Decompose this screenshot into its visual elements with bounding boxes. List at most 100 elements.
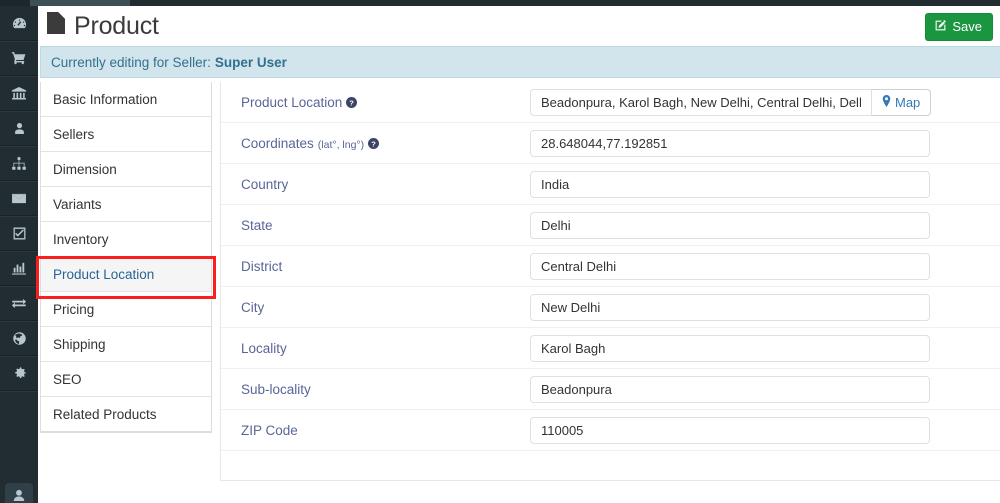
check-square-icon bbox=[11, 225, 28, 242]
nav-item-label: Shipping bbox=[53, 336, 106, 352]
nav-item-product-location[interactable]: Product Location bbox=[41, 257, 211, 292]
field-label-text: City bbox=[241, 299, 265, 315]
field-control bbox=[530, 129, 930, 157]
exchange-icon bbox=[10, 295, 28, 312]
field-control bbox=[530, 375, 930, 403]
input-sub-locality[interactable] bbox=[530, 375, 930, 403]
field-control bbox=[530, 293, 930, 321]
svg-text:?: ? bbox=[350, 98, 355, 107]
file-document-icon bbox=[46, 11, 66, 42]
input-locality[interactable] bbox=[530, 334, 930, 362]
svg-text:?: ? bbox=[371, 139, 376, 148]
page-header: Product Save bbox=[38, 6, 1000, 44]
sidebar-item-messages[interactable] bbox=[0, 181, 38, 216]
sidebar-item-reports[interactable] bbox=[0, 251, 38, 286]
sidebar-item-bank[interactable] bbox=[0, 76, 38, 111]
section-nav-list: Basic Information Sellers Dimension Variant… bbox=[40, 82, 212, 433]
nav-item-label: Inventory bbox=[53, 231, 109, 247]
sidebar-item-locations[interactable] bbox=[0, 321, 38, 356]
sidebar-item-tasks[interactable] bbox=[0, 216, 38, 251]
map-button[interactable]: Map bbox=[871, 88, 932, 116]
input-country[interactable] bbox=[530, 170, 930, 198]
field-label-text: Country bbox=[241, 176, 289, 192]
form-row: ZIP Code bbox=[221, 410, 1000, 451]
field-label: State bbox=[241, 218, 530, 233]
sidebar-item-settings[interactable] bbox=[0, 356, 38, 391]
nav-item-variants[interactable]: Variants bbox=[41, 187, 211, 222]
sidebar-item-orders[interactable] bbox=[0, 41, 38, 76]
nav-item-dimension[interactable]: Dimension bbox=[41, 152, 211, 187]
field-label-text: District bbox=[241, 258, 283, 274]
sidebar-icon-rail bbox=[0, 6, 38, 503]
globe-icon bbox=[11, 330, 28, 347]
content-body: Basic Information Sellers Dimension Variant… bbox=[36, 82, 1000, 503]
field-label-text: Locality bbox=[241, 340, 287, 356]
field-control: Map bbox=[530, 88, 932, 116]
form-row: City bbox=[221, 287, 1000, 328]
bank-icon bbox=[10, 85, 28, 102]
form-row: Country bbox=[221, 164, 1000, 205]
bar-chart-icon bbox=[10, 260, 28, 277]
input-product-location[interactable] bbox=[530, 88, 871, 116]
field-label: Coordinates (lat°, lng°)? bbox=[241, 136, 530, 151]
input-state[interactable] bbox=[530, 211, 930, 239]
nav-item-related-products[interactable]: Related Products bbox=[41, 397, 211, 432]
nav-item-basic-information[interactable]: Basic Information bbox=[41, 82, 211, 117]
sidebar-item-users[interactable] bbox=[0, 111, 38, 146]
field-label-text: ZIP Code bbox=[241, 422, 298, 438]
field-label: City bbox=[241, 300, 530, 315]
sidebar-item-dashboard[interactable] bbox=[0, 6, 38, 41]
edit-square-icon bbox=[934, 19, 947, 34]
user-icon bbox=[12, 120, 27, 137]
field-label-text: State bbox=[241, 217, 273, 233]
gear-icon bbox=[11, 365, 28, 382]
nav-item-seo[interactable]: SEO bbox=[41, 362, 211, 397]
field-label-text: Sub-locality bbox=[241, 381, 311, 397]
save-button[interactable]: Save bbox=[925, 13, 993, 41]
banner-lead-text: Currently editing for Seller: bbox=[51, 54, 211, 70]
sidebar-item-catalog[interactable] bbox=[0, 146, 38, 181]
nav-item-pricing[interactable]: Pricing bbox=[41, 292, 211, 327]
input-district[interactable] bbox=[530, 252, 930, 280]
app-root: Product Save Currently editing for Selle… bbox=[0, 0, 1000, 503]
page-title-text: Product bbox=[74, 12, 159, 40]
envelope-icon bbox=[10, 190, 28, 207]
field-label: ZIP Code bbox=[241, 423, 530, 438]
form-row: State bbox=[221, 205, 1000, 246]
field-control bbox=[530, 211, 930, 239]
field-label: Locality bbox=[241, 341, 530, 356]
field-control bbox=[530, 334, 930, 362]
form-panel-tail bbox=[221, 451, 1000, 488]
field-control bbox=[530, 416, 930, 444]
field-label-text: Product Location bbox=[241, 94, 343, 110]
nav-item-label: SEO bbox=[53, 371, 82, 387]
sidebar-user-badge[interactable] bbox=[5, 483, 33, 503]
field-label: District bbox=[241, 259, 530, 274]
form-row: Sub-locality bbox=[221, 369, 1000, 410]
input-coordinates[interactable] bbox=[530, 129, 930, 157]
input-zip-code[interactable] bbox=[530, 416, 930, 444]
help-question-icon[interactable]: ? bbox=[368, 137, 380, 149]
page-title: Product bbox=[46, 11, 159, 42]
nav-item-inventory[interactable]: Inventory bbox=[41, 222, 211, 257]
shopping-cart-icon bbox=[10, 50, 28, 67]
field-label: Product Location? bbox=[241, 95, 530, 110]
dashboard-icon bbox=[11, 15, 28, 32]
map-marker-icon bbox=[882, 94, 891, 110]
field-control bbox=[530, 170, 930, 198]
field-control bbox=[530, 252, 930, 280]
map-button-label: Map bbox=[895, 94, 921, 110]
field-label: Country bbox=[241, 177, 530, 192]
form-row: Product Location? Map bbox=[221, 82, 1000, 123]
nav-item-sellers[interactable]: Sellers bbox=[41, 117, 211, 152]
nav-item-label: Product Location bbox=[53, 266, 155, 282]
nav-item-label: Variants bbox=[53, 196, 102, 212]
banner-seller-name: Super User bbox=[214, 54, 287, 70]
save-button-label: Save bbox=[952, 19, 982, 34]
help-question-icon[interactable]: ? bbox=[346, 96, 358, 108]
sidebar-item-transactions[interactable] bbox=[0, 286, 38, 321]
nav-item-label: Pricing bbox=[53, 301, 95, 317]
nav-item-shipping[interactable]: Shipping bbox=[41, 327, 211, 362]
input-city[interactable] bbox=[530, 293, 930, 321]
field-label: Sub-locality bbox=[241, 382, 530, 397]
